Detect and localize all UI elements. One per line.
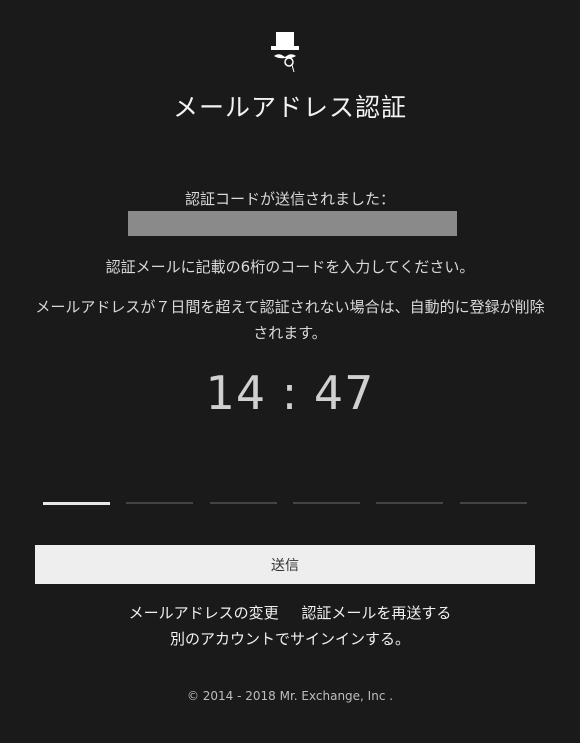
- page-title: メールアドレス認証: [172, 93, 407, 122]
- change-email-link[interactable]: メールアドレスの変更: [129, 604, 279, 622]
- submit-button[interactable]: 送信: [35, 545, 535, 584]
- code-sent-label: 認証コードが送信されました：: [184, 190, 395, 208]
- code-digit-2[interactable]: [126, 502, 193, 504]
- code-digit-3[interactable]: [210, 502, 277, 504]
- code-digit-6[interactable]: [460, 502, 527, 504]
- expiry-warning-text: メールアドレスが７日間を超えて認証されない場合は、自動的に登録が削除されます。: [35, 298, 545, 342]
- code-digit-4[interactable]: [293, 502, 360, 504]
- verification-code-inputs: [43, 502, 527, 506]
- other-account-row: 別のアカウントでサインインする。: [0, 628, 580, 649]
- countdown-timer: 14 : 47: [205, 366, 375, 420]
- code-digit-1[interactable]: [43, 502, 110, 505]
- copyright-footer: © 2014 - 2018 Mr. Exchange, Inc .: [186, 689, 394, 703]
- other-account-link[interactable]: 別のアカウントでサインインする。: [170, 630, 410, 648]
- instruction-text: 認証メールに記載の6桁のコードを入力してください。: [105, 258, 475, 276]
- masked-email-address: [128, 211, 457, 236]
- resend-email-link[interactable]: 認証メールを再送する: [301, 604, 451, 622]
- account-links: メールアドレスの変更 認証メールを再送する: [0, 602, 580, 623]
- top-hat-mustache-icon: [268, 32, 302, 74]
- code-digit-5[interactable]: [376, 502, 443, 504]
